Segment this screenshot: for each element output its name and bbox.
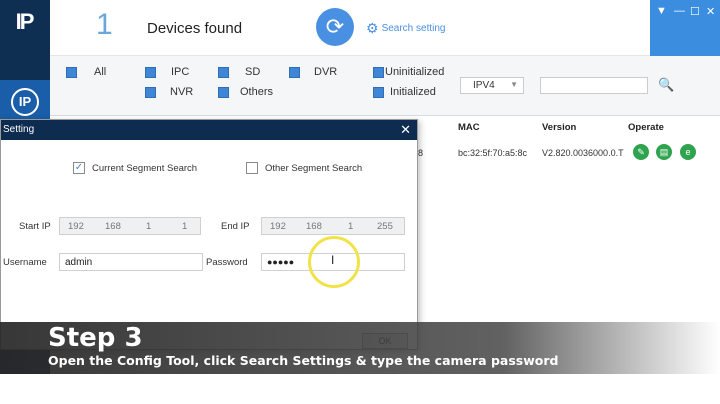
username-field[interactable]: admin <box>59 253 203 271</box>
devices-found-label: Devices found <box>147 20 243 37</box>
end-ip-octet-2: 168 <box>306 221 322 232</box>
other-segment-label: Other Segment Search <box>265 163 363 174</box>
dialog-title-text: Setting <box>3 124 35 135</box>
search-setting-link[interactable]: ⚙ Search setting <box>366 20 446 37</box>
gear-icon: ⚙ <box>366 20 379 36</box>
end-ip-octet-1: 192 <box>270 221 286 232</box>
end-ip-octet-4: 255 <box>377 221 393 232</box>
password-label: Password <box>206 257 248 268</box>
ip-icon: IP <box>11 88 39 116</box>
filter-initialized-label: Initialized <box>390 86 436 98</box>
filter-bar: All IPC SD DVR NVR Others Uninitialized … <box>50 56 720 116</box>
window-controls: ▼ — ☐ ✕ <box>650 0 720 56</box>
version-cell: V2.820.0036000.0.T <box>542 148 624 158</box>
start-ip-octet-1: 192 <box>68 221 84 232</box>
refresh-button[interactable]: ⟳ <box>316 8 354 46</box>
column-header-operate: Operate <box>628 122 664 133</box>
filter-dvr-label: DVR <box>314 66 338 78</box>
start-ip-octet-2: 168 <box>105 221 121 232</box>
filter-nvr-checkbox[interactable] <box>145 87 156 98</box>
bottom-strip <box>0 374 720 404</box>
web-icon[interactable]: e <box>680 144 696 160</box>
minimize-icon[interactable]: — <box>674 5 685 17</box>
filter-all-label: All <box>94 66 107 78</box>
start-ip-octet-4: 1 <box>182 221 188 232</box>
edit-icon[interactable]: ✎ <box>633 144 649 160</box>
end-ip-octet-3: 1 <box>348 221 354 232</box>
column-header-version: Version <box>542 122 577 133</box>
close-icon[interactable]: ✕ <box>706 5 715 18</box>
step-title: Step 3 <box>48 323 143 353</box>
search-setting-label: Search setting <box>381 23 446 34</box>
ip-cell: 8 <box>418 148 424 158</box>
end-ip-field[interactable]: 192 168 1 255 <box>261 217 405 235</box>
start-ip-octet-3: 1 <box>146 221 152 232</box>
filter-others-label: Others <box>240 86 274 98</box>
details-icon[interactable]: ▤ <box>656 144 672 160</box>
setting-dialog: Setting ✕ ✓ Current Segment Search Other… <box>0 119 418 350</box>
filter-sd-label: SD <box>245 66 261 78</box>
filter-uninitialized-label: Uninitialized <box>385 66 445 78</box>
filter-others-checkbox[interactable] <box>218 87 229 98</box>
filter-uninitialized-checkbox[interactable] <box>373 67 384 78</box>
filter-ipc-label: IPC <box>171 66 190 78</box>
column-header-mac: MAC <box>458 122 480 133</box>
filter-sd-checkbox[interactable] <box>218 67 229 78</box>
filter-nvr-label: NVR <box>170 86 194 98</box>
ip-version-value: IPV4 <box>473 80 495 91</box>
step-description: Open the Config Tool, click Search Setti… <box>48 353 559 368</box>
start-ip-label: Start IP <box>19 221 51 232</box>
filter-ipc-checkbox[interactable] <box>145 67 156 78</box>
close-icon[interactable]: ✕ <box>400 120 411 140</box>
filter-all-checkbox[interactable] <box>66 67 77 78</box>
header: 1 Devices found ⟳ ⚙ Search setting <box>50 0 650 56</box>
app-logo-icon: IP <box>15 9 35 34</box>
refresh-icon: ⟳ <box>325 14 345 39</box>
filter-dvr-checkbox[interactable] <box>289 67 300 78</box>
chevron-down-icon: ▼ <box>510 80 518 89</box>
text-cursor-icon: I <box>331 253 335 267</box>
mac-cell: bc:32:5f:70:a5:8c <box>458 148 528 158</box>
other-segment-checkbox[interactable] <box>246 162 258 174</box>
current-segment-label: Current Segment Search <box>92 163 198 174</box>
current-segment-checkbox[interactable]: ✓ <box>73 162 85 174</box>
dialog-title: Setting ✕ <box>1 120 417 140</box>
menu-icon[interactable]: ▼ <box>656 5 667 17</box>
search-icon[interactable]: 🔍 <box>658 77 674 93</box>
username-label: Username <box>3 257 47 268</box>
start-ip-field[interactable]: 192 168 1 1 <box>59 217 201 235</box>
maximize-icon[interactable]: ☐ <box>690 5 700 18</box>
ip-version-select[interactable]: IPV4 ▼ <box>460 77 524 94</box>
filter-initialized-checkbox[interactable] <box>373 87 384 98</box>
device-count: 1 <box>96 8 113 41</box>
search-input[interactable] <box>540 77 648 94</box>
end-ip-label: End IP <box>221 221 250 232</box>
